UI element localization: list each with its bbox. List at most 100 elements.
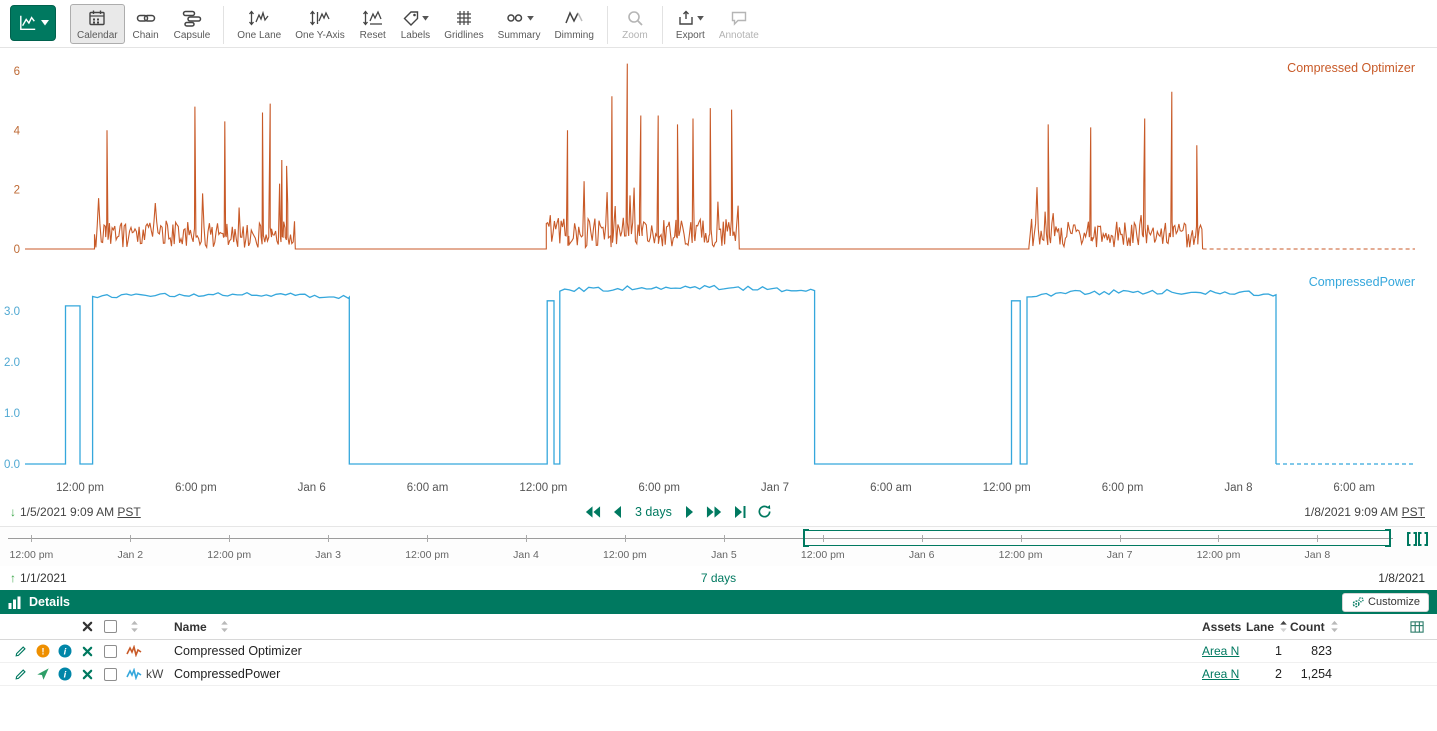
investigate-duration[interactable]: 7 days [0, 571, 1437, 585]
annotate-icon [730, 9, 748, 27]
info-button[interactable]: i [54, 667, 76, 681]
trend-chart-area[interactable]: 02460.01.02.03.012:00 pm6:00 pmJan 66:00… [0, 48, 1437, 500]
assets-column-header[interactable]: Assets [1196, 620, 1246, 634]
svg-text:6:00 pm: 6:00 pm [1102, 482, 1144, 494]
timeline-tick-label: 12:00 pm [207, 549, 251, 561]
reset-icon [362, 9, 384, 27]
svg-text:6: 6 [14, 66, 20, 78]
row-checkbox[interactable] [98, 668, 122, 681]
timeline-selection-left-handle[interactable] [803, 529, 809, 547]
auto-update-icon[interactable] [1406, 531, 1428, 547]
range-start-datetime: 1/5/2021 9:09 AM [20, 505, 114, 519]
details-title: Details [29, 595, 70, 609]
timeline-tick [1021, 535, 1022, 542]
view-selector-button[interactable] [10, 5, 56, 41]
svg-text:Jan 6: Jan 6 [298, 482, 326, 494]
chevron-down-icon [41, 20, 49, 26]
assets-column-label: Assets [1202, 620, 1241, 634]
step-forward-button[interactable] [685, 505, 695, 519]
svg-text:3.0: 3.0 [4, 306, 20, 318]
toolbar-label: Summary [498, 30, 541, 41]
range-end-label[interactable]: 1/8/2021 9:09 AM PST [1304, 505, 1425, 519]
labels-icon [402, 9, 420, 27]
column-options-button[interactable] [1406, 620, 1428, 634]
asset-link[interactable]: Area N [1196, 667, 1239, 681]
customize-button[interactable]: Customize [1342, 593, 1429, 612]
select-all-checkbox[interactable] [98, 620, 122, 633]
toolbar-button-one-y-axis[interactable]: One Y-Axis [288, 4, 351, 44]
toolbar-button-dimming[interactable]: Dimming [547, 4, 600, 44]
one-y-axis-icon [309, 9, 331, 27]
range-navigation: 3 days [584, 504, 772, 519]
details-table: Name Assets Lane Count [0, 614, 1437, 686]
refresh-button[interactable] [757, 504, 772, 519]
details-panel-header: Details Customize [0, 590, 1437, 614]
icon-column-sorter[interactable] [122, 620, 146, 633]
lane-column-header[interactable]: Lane [1246, 620, 1290, 634]
timeline-tick-label: Jan 7 [1107, 549, 1133, 561]
warning-indicator[interactable]: ! [32, 644, 54, 658]
toolbar-label: Capsule [174, 30, 211, 41]
toolbar-button-export[interactable]: Export [669, 4, 712, 44]
toolbar-button-calendar[interactable]: Calendar [70, 4, 125, 44]
details-table-header-row: Name Assets Lane Count [0, 614, 1437, 640]
export-icon [677, 9, 695, 27]
datasource-indicator[interactable] [32, 667, 54, 681]
toolbar-label: Chain [133, 30, 159, 41]
toolbar-button-reset[interactable]: Reset [352, 4, 394, 44]
investigate-end-label[interactable]: 1/8/2021 [1378, 571, 1425, 585]
toolbar-label: Labels [401, 30, 430, 41]
name-column-label: Name [174, 620, 207, 634]
timeline-selection[interactable] [804, 530, 1390, 546]
svg-text:0.0: 0.0 [4, 459, 20, 471]
toolbar-button-annotate[interactable]: Annotate [712, 4, 766, 44]
svg-text:6:00 am: 6:00 am [870, 482, 912, 494]
svg-text:Jan 8: Jan 8 [1224, 482, 1252, 494]
step-forward-much-button[interactable] [706, 505, 723, 519]
gridlines-icon [455, 9, 473, 27]
toolbar-button-capsule[interactable]: Capsule [167, 4, 218, 44]
series-name[interactable]: CompressedPower [170, 667, 1196, 681]
toolbar-button-zoom[interactable]: Zoom [614, 4, 656, 44]
info-button[interactable]: i [54, 644, 76, 658]
series-label-compressedpower[interactable]: CompressedPower [1309, 275, 1415, 289]
calendar-icon [88, 9, 106, 27]
details-row-compressed-optimizer: ! i Compressed Optimizer Area N 1 823 [0, 640, 1437, 663]
remove-all-column-header[interactable] [76, 621, 98, 632]
step-back-button[interactable] [612, 505, 622, 519]
count-column-header[interactable]: Count [1290, 620, 1348, 634]
toolbar-button-chain[interactable]: Chain [125, 4, 167, 44]
toolbar-button-labels[interactable]: Labels [394, 4, 437, 44]
trend-view-icon [18, 14, 38, 32]
remove-button[interactable] [76, 669, 98, 680]
step-back-much-button[interactable] [584, 505, 601, 519]
timeline-tick [229, 535, 230, 542]
remove-button[interactable] [76, 646, 98, 657]
timeline-track[interactable]: 12:00 pmJan 212:00 pmJan 312:00 pmJan 41… [8, 530, 1393, 546]
svg-text:2: 2 [14, 185, 20, 197]
toolbar-button-one-lane[interactable]: One Lane [230, 4, 288, 44]
toolbar-button-summary[interactable]: Summary [491, 4, 548, 44]
toolbar-button-gridlines[interactable]: Gridlines [437, 4, 490, 44]
edit-button[interactable] [10, 667, 32, 681]
series-label-compressed-optimizer[interactable]: Compressed Optimizer [1287, 61, 1415, 75]
svg-text:6:00 am: 6:00 am [1333, 482, 1375, 494]
svg-text:0: 0 [14, 244, 20, 256]
timeline-selection-right-handle[interactable] [1385, 529, 1391, 547]
step-to-end-button[interactable] [734, 505, 746, 519]
edit-button[interactable] [10, 644, 32, 658]
svg-text:12:00 pm: 12:00 pm [56, 482, 104, 494]
summary-icon [505, 9, 525, 27]
name-column-header[interactable]: Name [170, 620, 1196, 634]
series-name[interactable]: Compressed Optimizer [170, 644, 1196, 658]
range-start-label[interactable]: ↓1/5/2021 9:09 AM PST [10, 505, 141, 519]
asset-link[interactable]: Area N [1196, 644, 1239, 658]
timeline-tick-label: Jan 2 [117, 549, 143, 561]
sort-icon [220, 620, 229, 633]
toolbar-label: One Lane [237, 30, 281, 41]
range-duration[interactable]: 3 days [633, 505, 674, 519]
one-lane-icon [248, 9, 270, 27]
lane-cell: 2 [1246, 667, 1290, 681]
investigate-range-timeline: 12:00 pmJan 212:00 pmJan 312:00 pmJan 41… [0, 526, 1437, 566]
row-checkbox[interactable] [98, 645, 122, 658]
